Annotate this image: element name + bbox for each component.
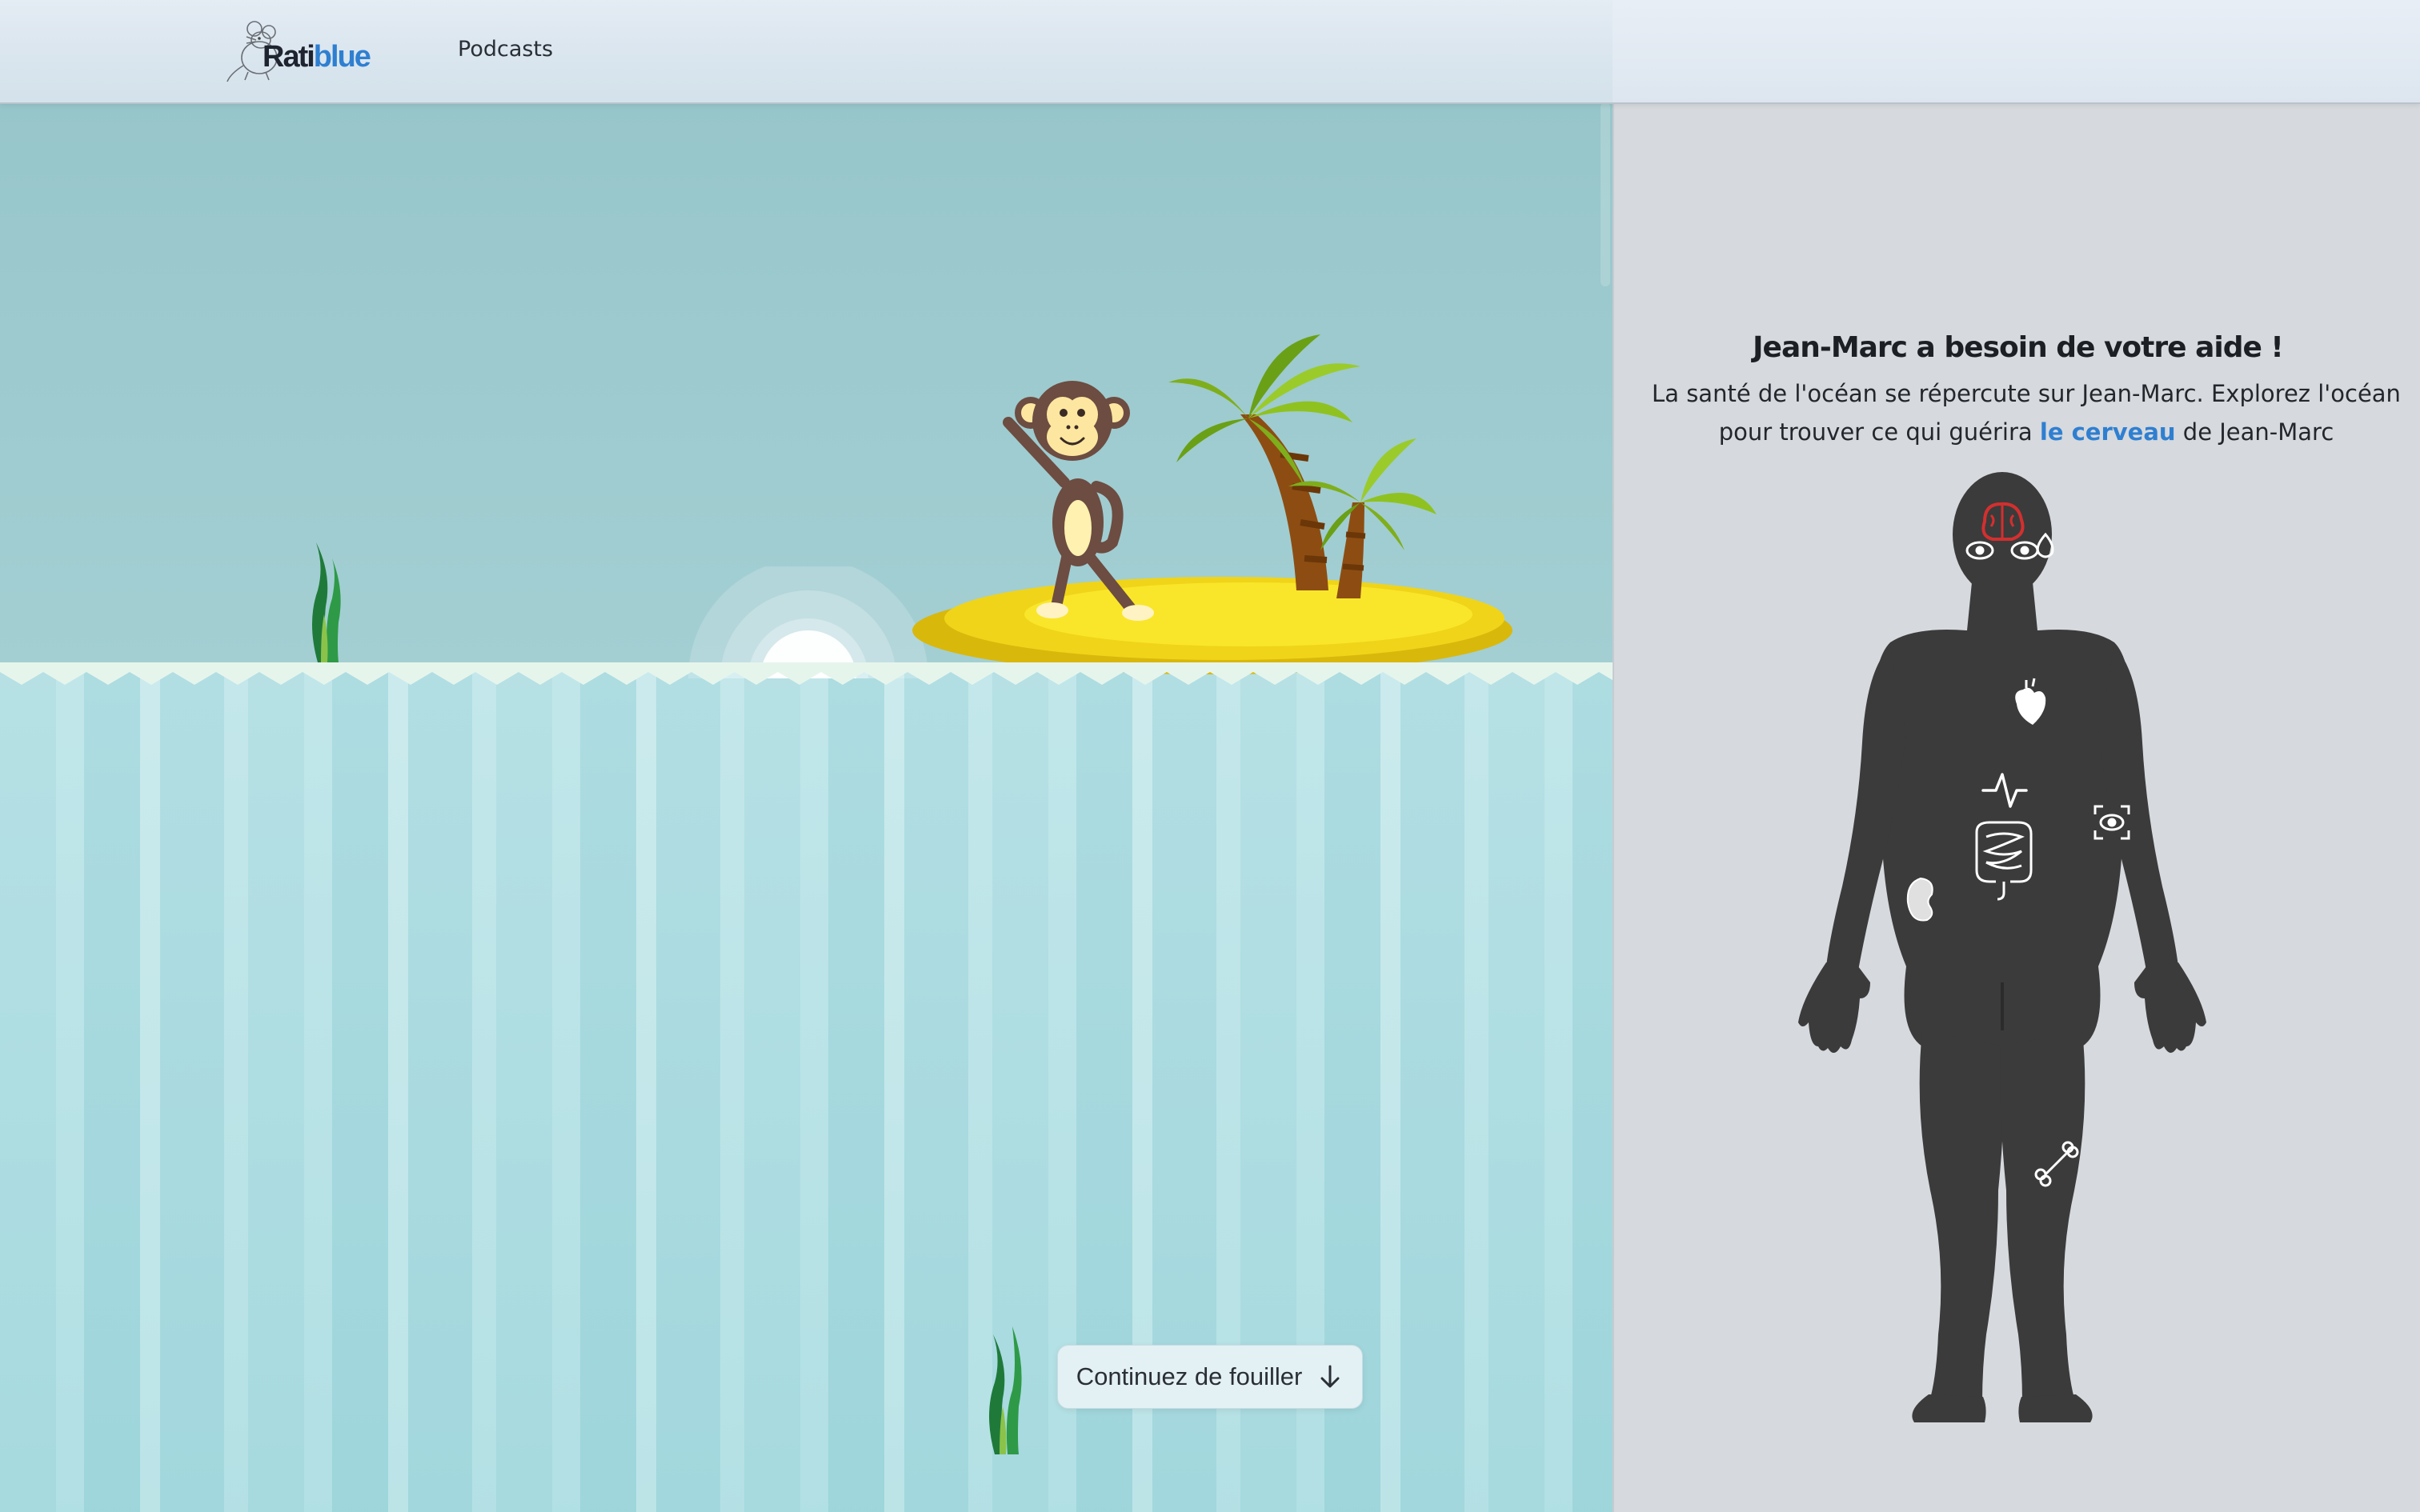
continue-button-label: Continuez de fouiller: [1076, 1362, 1303, 1390]
kidney-icon[interactable]: [1906, 877, 1933, 922]
top-nav-bar: Ratiblue Podcasts: [0, 0, 2420, 104]
island-with-monkey: [912, 334, 1512, 674]
human-body-figure: [1798, 472, 2206, 1422]
ratiblue-logo[interactable]: Ratiblue: [224, 16, 376, 85]
description-text-2: de Jean-Marc: [2175, 418, 2334, 446]
description-highlight: le cerveau: [2039, 418, 2176, 446]
seaweed-icon: [989, 1326, 1022, 1454]
health-panel: Jean-Marc a besoin de votre aide ! La sa…: [1613, 102, 2420, 1512]
scene-scrollbar[interactable]: [1601, 102, 1610, 286]
logo-text-dark: Rati: [262, 40, 315, 74]
waterline-foam: [0, 662, 1613, 685]
sea-overlay: [0, 666, 1613, 1512]
nav-podcasts-link[interactable]: Podcasts: [458, 37, 553, 62]
logo-text: Ratiblue: [262, 40, 371, 74]
sun-icon: [688, 566, 928, 678]
ocean-scene: Continuez de fouiller: [0, 102, 1613, 1512]
panel-title: Jean-Marc a besoin de votre aide !: [1753, 331, 2284, 364]
seaweed-icon: [312, 542, 341, 662]
continue-searching-button[interactable]: Continuez de fouiller: [1057, 1345, 1363, 1409]
logo-text-blue: blue: [313, 40, 371, 74]
arrow-down-icon: [1320, 1365, 1340, 1388]
panel-description: La santé de l'océan se répercute sur Jea…: [1642, 374, 2410, 451]
